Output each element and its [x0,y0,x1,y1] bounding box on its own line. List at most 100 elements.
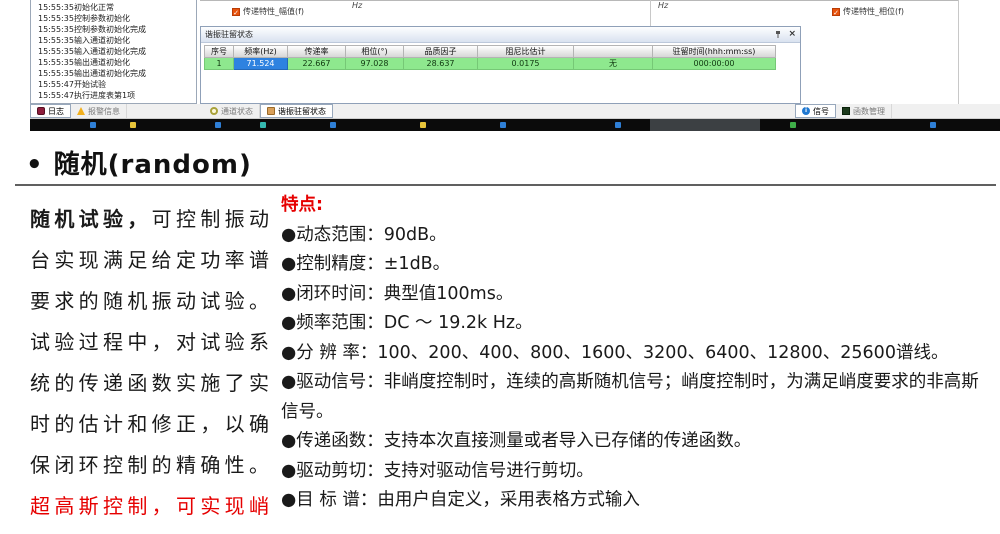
legend-label: 传递特性_相位(f) [843,6,904,17]
log-entry: 15:55:35输入通道初始化 [31,35,196,46]
table-cell[interactable]: 28.637 [404,58,478,70]
taskbar-icon[interactable] [90,122,96,128]
pin-icon[interactable] [774,30,782,39]
tab-signal[interactable]: 信号 [795,104,836,118]
log-entry: 15:55:35控制参数初始化完成 [31,24,196,35]
column-header: 驻留时间(hhh:mm:ss) [653,45,776,58]
table-cell[interactable]: 0.0175 [478,58,574,70]
right-panel-edge [958,0,959,104]
panel-header: 谐振驻留状态 × [201,27,800,43]
feature-item: ●控制精度：±1dB。 [281,250,995,280]
log-message: 开始试验 [74,79,106,90]
taskbar-icon[interactable] [215,122,221,128]
intro-line: 保闭环控制的精确性。 [30,445,269,486]
table-cell[interactable]: 97.028 [346,58,404,70]
column-header: 相位(°) [346,45,404,58]
intro-line: 时的估计和修正，以确 [30,404,269,445]
table-cell[interactable]: 000:00:00 [653,58,776,70]
feature-item: ●目 标 谱：由用户自定义，采用表格方式输入 [281,486,995,516]
tab-label: 日志 [48,106,64,117]
tab-channel-status[interactable]: 通道状态 [204,104,260,118]
resonance-dwell-icon [267,107,275,115]
checkbox-icon[interactable] [232,8,240,16]
axis-unit-label: Hz [352,1,362,10]
right-tab-bar: 信号 函数管理 [795,104,892,118]
log-timestamp: 15:55:35 [38,46,74,57]
intro-line: 随机试验，可控制振动 [30,199,269,240]
intro-highlight-line: 超高斯控制，可实现峭 [30,486,269,527]
features-section: 特点: ●动态范围：90dB。●控制精度：±1dB。●闭环时间：典型值100ms… [281,191,995,516]
signal-info-icon [802,107,810,115]
log-message: 输出通道初始化完成 [74,68,146,79]
feature-item: ●驱动信号：非峭度控制时，连续的高斯随机信号；峭度控制时，为满足峭度要求的非高斯… [281,368,995,427]
column-header: 传递率 [288,45,346,58]
column-header: 阻尼比估计 [478,45,574,58]
tab-alarm-info[interactable]: 报警信息 [71,104,127,118]
taskbar-icon[interactable] [330,122,336,128]
checkbox-icon[interactable] [832,8,840,16]
res-header-row: 序号频率(Hz)传递率相位(°)品质因子阻尼比估计驻留时间(hhh:mm:ss) [204,45,776,58]
taskbar-icon[interactable] [500,122,506,128]
res-data-row: 171.52422.66797.02828.6370.0175无000:00:0… [204,58,776,70]
axis-unit-label: Hz [658,1,668,10]
log-message: 输入通道初始化完成 [74,46,146,57]
tab-label: 信号 [813,106,829,117]
resonance-table: 序号频率(Hz)传递率相位(°)品质因子阻尼比估计驻留时间(hhh:mm:ss)… [204,45,776,70]
tab-label: 报警信息 [88,106,120,117]
taskbar-icon[interactable] [790,122,796,128]
tab-label: 谐振驻留状态 [278,106,326,117]
log-timestamp: 15:55:47 [38,90,74,101]
tab-function-management[interactable]: 函数管理 [836,104,892,118]
table-cell[interactable]: 无 [574,58,653,70]
intro-line: 试验过程中，对试验系 [30,322,269,363]
features-heading: 特点: [281,191,995,221]
log-timestamp: 15:55:35 [38,13,74,24]
log-entry: 15:55:47开始试验 [31,79,196,90]
intro-line: 统的传递函数实施了实 [30,363,269,404]
log-timestamp: 15:55:35 [38,57,74,68]
feature-item: ●频率范围：DC ～ 19.2k Hz。 [281,309,995,339]
log-message: 输入通道初始化 [74,35,130,46]
taskbar-active-window[interactable] [650,119,760,131]
alarm-warning-icon [77,107,85,115]
function-management-icon [842,107,850,115]
legend-transfer-amplitude: 传递特性_幅值(f) [232,6,304,17]
log-message: 执行进度表第1项 [74,90,135,101]
log-message: 初始化正常 [74,2,114,13]
log-entry: 15:55:35输出通道初始化 [31,57,196,68]
table-cell[interactable]: 22.667 [288,58,346,70]
log-timestamp: 15:55:35 [38,68,74,79]
plot-divider [650,0,651,26]
column-header [574,45,653,58]
feature-item: ●闭环时间：典型值100ms。 [281,280,995,310]
intro-line-text: 可控制振动 [152,207,269,231]
channel-status-icon [210,107,218,115]
page-title: • 随机(random) [26,144,252,181]
legend-label: 传递特性_幅值(f) [243,6,304,17]
column-header: 序号 [204,45,234,58]
taskbar-icon[interactable] [130,122,136,128]
close-icon[interactable]: × [788,30,796,39]
taskbar-icon[interactable] [930,122,936,128]
log-icon [37,107,45,115]
taskbar-icon[interactable] [420,122,426,128]
feature-item: ●驱动剪切：支持对驱动信号进行剪切。 [281,457,995,487]
intro-line: 要求的随机振动试验。 [30,281,269,322]
column-header: 品质因子 [404,45,478,58]
tab-log[interactable]: 日志 [30,104,71,118]
feature-item: ●传递函数：支持本次直接测量或者导入已存储的传递函数。 [281,427,995,457]
log-entry: 15:55:35控制参数初始化 [31,13,196,24]
tab-resonance-dwell-status[interactable]: 谐振驻留状态 [260,104,333,118]
log-entries: 15:55:35初始化正常15:55:35控制参数初始化15:55:35控制参数… [31,0,196,101]
tab-label: 函数管理 [853,106,885,117]
taskbar-icon[interactable] [615,122,621,128]
taskbar-icon[interactable] [260,122,266,128]
log-message: 输出通道初始化 [74,57,130,68]
tab-label: 通道状态 [221,106,253,117]
table-cell[interactable]: 71.524 [234,58,288,70]
intro-paragraph: 随机试验，可控制振动台实现满足给定功率谱要求的随机振动试验。试验过程中，对试验系… [30,199,269,527]
taskbar[interactable] [30,119,1000,131]
log-panel: 15:55:35初始化正常15:55:35控制参数初始化15:55:35控制参数… [30,0,197,104]
table-cell[interactable]: 1 [204,58,234,70]
panel-title: 谐振驻留状态 [205,29,774,40]
